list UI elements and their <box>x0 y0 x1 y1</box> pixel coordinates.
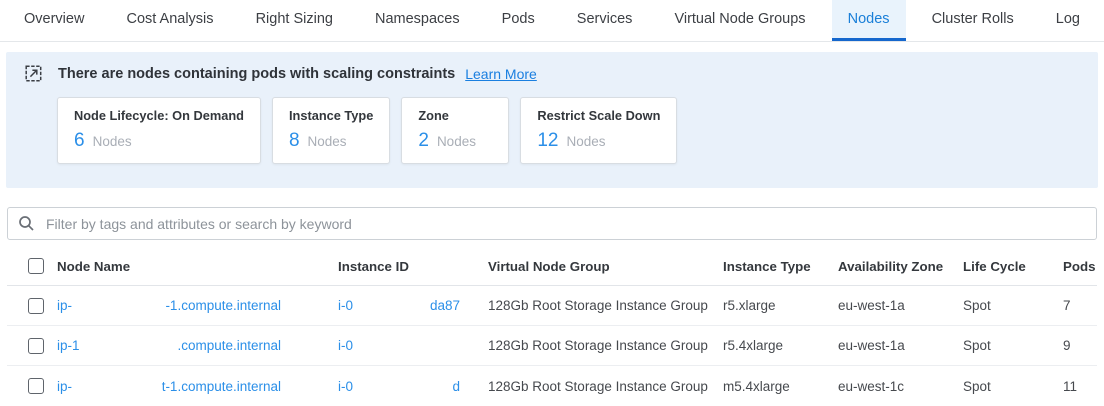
column-header-node-name[interactable]: Node Name <box>57 259 338 274</box>
column-header-instance-id[interactable]: Instance ID <box>338 259 488 274</box>
node-count-unit: Nodes <box>308 134 347 149</box>
node-count: 6 <box>74 130 85 152</box>
tab-right-sizing[interactable]: Right Sizing <box>240 0 349 41</box>
node-name-link[interactable]: ip- -1.compute.internal <box>57 298 281 313</box>
learn-more-link[interactable]: Learn More <box>465 66 537 82</box>
scaling-constraint-icon <box>24 64 43 83</box>
row-checkbox[interactable] <box>28 298 44 314</box>
node-name-link[interactable]: ip-1 .compute.internal <box>57 338 281 353</box>
constraint-card-instance-type[interactable]: Instance Type 8 Nodes <box>272 97 390 164</box>
row-checkbox[interactable] <box>28 378 44 394</box>
pods-count-cell: 11 <box>1063 379 1097 394</box>
availability-zone-cell: eu-west-1a <box>838 338 963 353</box>
instance-id-link[interactable]: i-0 da87 <box>338 298 460 313</box>
table-row: ip- t-1.compute.internal i-0 d 128Gb Roo… <box>7 366 1097 406</box>
node-count: 2 <box>418 130 429 152</box>
life-cycle-cell: Spot <box>963 379 1063 394</box>
life-cycle-cell: Spot <box>963 298 1063 313</box>
table-body: ip- -1.compute.internal i-0 da87 128Gb R… <box>7 286 1097 406</box>
availability-zone-cell: eu-west-1c <box>838 379 963 394</box>
tab-cluster-rolls[interactable]: Cluster Rolls <box>916 0 1030 41</box>
tab-bar: OverviewCost Analysis Right SizingNamespa… <box>0 0 1104 42</box>
table-row: ip- -1.compute.internal i-0 da87 128Gb R… <box>7 286 1097 326</box>
column-header-virtual-node-group[interactable]: Virtual Node Group <box>488 259 723 274</box>
node-name-link[interactable]: ip- t-1.compute.internal <box>57 379 281 394</box>
tab-log[interactable]: Log <box>1040 0 1096 41</box>
table-header-row: Node Name Instance ID Virtual Node Group… <box>7 247 1097 286</box>
instance-id-link[interactable]: i-0 d <box>338 379 460 394</box>
scaling-constraints-banner: There are nodes containing pods with sca… <box>6 52 1098 188</box>
tab-overview[interactable]: Overview <box>8 0 100 41</box>
column-header-pods[interactable]: Pods <box>1063 259 1097 274</box>
instance-type-cell: m5.4xlarge <box>723 379 838 394</box>
tab-namespaces[interactable]: Namespaces <box>359 0 476 41</box>
select-all-checkbox[interactable] <box>28 258 44 274</box>
column-header-instance-type[interactable]: Instance Type <box>723 259 838 274</box>
banner-message: There are nodes containing pods with sca… <box>58 66 455 82</box>
node-count-unit: Nodes <box>93 134 132 149</box>
pods-count-cell: 9 <box>1063 338 1097 353</box>
availability-zone-cell: eu-west-1a <box>838 298 963 313</box>
tab-pods[interactable]: Pods <box>486 0 551 41</box>
node-count-unit: Nodes <box>437 134 476 149</box>
node-count-unit: Nodes <box>567 134 606 149</box>
tab-cost-analysis[interactable]: Cost Analysis <box>110 0 229 41</box>
column-header-life-cycle[interactable]: Life Cycle <box>963 259 1063 274</box>
constraint-card-restrict-scale-down[interactable]: Restrict Scale Down 12 Nodes <box>520 97 677 164</box>
instance-id-link[interactable]: i-0 <box>338 338 460 353</box>
node-count: 12 <box>537 130 558 152</box>
instance-type-cell: r5.xlarge <box>723 298 838 313</box>
banner-header: There are nodes containing pods with sca… <box>24 64 1080 83</box>
column-header-availability-zone[interactable]: Availability Zone <box>838 259 963 274</box>
constraint-summary-cards: Node Lifecycle: On Demand 6 Nodes Instan… <box>57 97 1080 164</box>
virtual-node-group-cell: 128Gb Root Storage Instance Group <box>488 338 723 353</box>
filter-bar <box>7 207 1097 240</box>
pods-count-cell: 7 <box>1063 298 1097 313</box>
instance-type-cell: r5.4xlarge <box>723 338 838 353</box>
constraint-card-zone[interactable]: Zone 2 Nodes <box>401 97 509 164</box>
row-checkbox[interactable] <box>28 338 44 354</box>
constraint-card-node-lifecycle-on-demand[interactable]: Node Lifecycle: On Demand 6 Nodes <box>57 97 261 164</box>
virtual-node-group-cell: 128Gb Root Storage Instance Group <box>488 298 723 313</box>
filter-input[interactable] <box>44 215 1086 233</box>
search-icon <box>18 215 35 232</box>
tab-nodes[interactable]: Nodes <box>832 0 906 41</box>
tab-virtual-node-groups[interactable]: Virtual Node Groups <box>658 0 821 41</box>
life-cycle-cell: Spot <box>963 338 1063 353</box>
nodes-table: Node Name Instance ID Virtual Node Group… <box>7 247 1097 406</box>
tab-services[interactable]: Services <box>561 0 649 41</box>
table-row: ip-1 .compute.internal i-0 128Gb Root St… <box>7 326 1097 366</box>
node-count: 8 <box>289 130 300 152</box>
virtual-node-group-cell: 128Gb Root Storage Instance Group <box>488 379 723 394</box>
